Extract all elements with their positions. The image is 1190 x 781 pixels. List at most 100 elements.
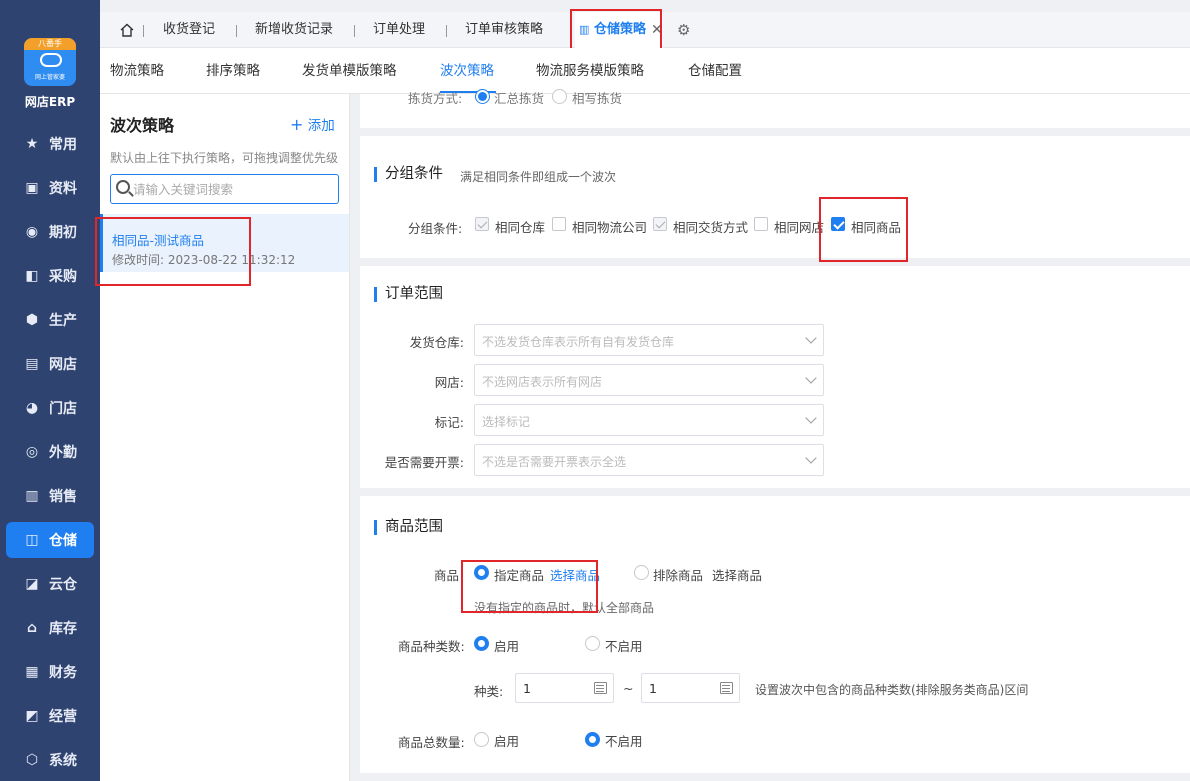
nav-item-label: 常用 [49,137,77,153]
cloud-warehouse-icon: ◪ [25,576,39,592]
nav-item-label: 仓储 [49,533,77,549]
order-scope-title: 订单范围 [374,287,443,302]
nav-item-6[interactable]: ◕ 门店 [6,390,94,426]
system-icon: ⬡ [25,752,39,768]
subtab-shipping-template-strategy[interactable]: 发货单模版策略 [302,48,397,94]
nav-item-11[interactable]: ⌂ 库存 [6,610,94,646]
radio-other-picking[interactable] [552,89,567,104]
tab-order-review-strategy[interactable]: 订单审核策略 [465,12,543,48]
field-icon: ◎ [25,444,39,460]
tab-new-receipt[interactable]: 新增收货记录 [255,12,333,48]
finance-icon: ▦ [25,664,39,680]
goods-label: 商品 [434,568,460,583]
nav-item-0[interactable]: ★ 常用 [6,126,94,162]
strategy-list-panel: 波次策略 + 添加 默认由上往下执行策略，可拖拽调整优先级 相同品-测试商品 修… [100,94,350,781]
home-icon[interactable] [120,12,134,48]
search-icon [116,180,130,194]
select-excluded-goods-link[interactable]: 选择商品 [712,565,762,584]
goods-scope-card: 商品范围 商品 指定商品 选择商品 排除商品 选择商品 没有指定的商品时，默认全… [360,496,1190,773]
group-section-title: 分组条件 [374,167,443,182]
nav-item-5[interactable]: ▤ 网店 [6,346,94,382]
nav-item-8[interactable]: ▥ 销售 [6,478,94,514]
radio-total-disable[interactable] [585,732,600,747]
shop-select[interactable]: 不选网店表示所有网店 [474,364,824,396]
app-logo: 八番手 网上管家婆 [24,38,76,86]
ship-warehouse-label: 发货仓库: [409,335,464,350]
nav-item-10[interactable]: ◪ 云仓 [6,566,94,602]
order-scope-card: 订单范围 发货仓库: 不选发货仓库表示所有自有发货仓库 网店: 不选网店表示所有… [360,266,1190,488]
ship-warehouse-placeholder: 不选发货仓库表示所有自有发货仓库 [482,335,675,349]
nav-item-14[interactable]: ⬡ 系统 [6,742,94,778]
kind-max-input[interactable]: 1 [641,673,740,703]
warehouse-icon: ◫ [25,532,39,548]
stepper-icon[interactable] [720,682,733,694]
radio-exclude-goods[interactable] [634,565,649,580]
nav-item-label: 库存 [49,621,77,637]
nav-item-7[interactable]: ◎ 外勤 [6,434,94,470]
kind-enable-label: 启用 [494,639,520,654]
radio-kind-disable[interactable] [585,636,600,651]
plus-icon: + [290,115,304,134]
same-logistics-label: 相同物流公司 [572,220,648,235]
ship-warehouse-select[interactable]: 不选发货仓库表示所有自有发货仓库 [474,324,824,356]
highlight-box-specified-goods [461,560,598,613]
panel-title: 波次策略 [110,116,175,135]
search-input[interactable] [133,175,333,203]
logo-badge: 八番手 [24,38,76,50]
nav-item-label: 资料 [49,181,77,197]
total-disable-label: 不启用 [605,734,643,749]
kind-min-input[interactable]: 1 [515,673,614,703]
shop-placeholder: 不选网店表示所有网店 [482,375,603,389]
goods-total-label: 商品总数量: [398,735,465,750]
subtab-warehouse-config[interactable]: 仓储配置 [688,48,742,94]
nav-item-9[interactable]: ◫ 仓储 [6,522,94,558]
radio-summary-picking[interactable] [475,89,490,104]
nav-item-3[interactable]: ◧ 采购 [6,258,94,294]
sidebar: 八番手 网上管家婆 网店ERP ★ 常用 ▣ 资料 ◉ 期初 ◧ 采购 ⬢ 生产 ▤ 网店 ◕ 门店 ◎ 外勤… [0,0,100,781]
nav-item-label: 期初 [49,225,77,241]
chevron-down-icon [805,372,817,384]
production-icon: ⬢ [25,312,39,328]
panel-hint: 默认由上往下执行策略，可拖拽调整优先级 [110,151,339,165]
nav-item-label: 云仓 [49,577,77,593]
radio-kind-enable[interactable] [474,636,489,651]
checkbox-same-logistics[interactable] [552,217,566,231]
nav-item-label: 销售 [49,489,77,505]
purchase-icon: ◧ [25,268,39,284]
subtab-sort-strategy[interactable]: 排序策略 [206,48,260,94]
group-condition-label: 分组条件: [408,221,463,236]
kind-range-label: 种类: [474,684,504,699]
nav-item-12[interactable]: ▦ 财务 [6,654,94,690]
nav-item-label: 采购 [49,269,77,285]
other-picking-label: 相写拣货 [572,91,623,106]
tab-order-processing[interactable]: 订单处理 [373,12,425,48]
summary-picking-label: 汇总拣货 [494,91,545,106]
checkbox-same-shop[interactable] [754,217,768,231]
kind-min-value: 1 [523,681,531,696]
invoice-label: 是否需要开票: [384,455,464,470]
cloud-logo-icon [40,53,62,67]
mark-select[interactable]: 选择标记 [474,404,824,436]
search-box [110,174,339,204]
checkbox-same-warehouse[interactable] [475,217,489,231]
tab-receipt-register[interactable]: 收货登记 [163,12,215,48]
stepper-icon[interactable] [594,682,607,694]
checkbox-same-delivery[interactable] [653,217,667,231]
subtab-logistics-strategy[interactable]: 物流策略 [110,48,164,94]
shop-icon: ▤ [25,356,39,372]
invoice-select[interactable]: 不选是否需要开票表示全选 [474,444,824,476]
highlight-box-same-goods [819,197,908,262]
settings-gear-icon[interactable]: ⚙ [677,12,690,48]
nav-item-13[interactable]: ◩ 经营 [6,698,94,734]
nav-item-label: 网店 [49,357,77,373]
radio-total-enable[interactable] [474,732,489,747]
chevron-down-icon [805,452,817,464]
nav-item-1[interactable]: ▣ 资料 [6,170,94,206]
exclude-goods-label: 排除商品 [653,568,704,583]
add-strategy-button[interactable]: + 添加 [290,114,335,134]
nav-item-2[interactable]: ◉ 期初 [6,214,94,250]
nav-item-4[interactable]: ⬢ 生产 [6,302,94,338]
highlight-box-tab [570,9,662,50]
picking-card: 拣货方式: 汇总拣货 相写拣货 [360,89,1190,128]
nav-item-label: 财务 [49,665,77,681]
